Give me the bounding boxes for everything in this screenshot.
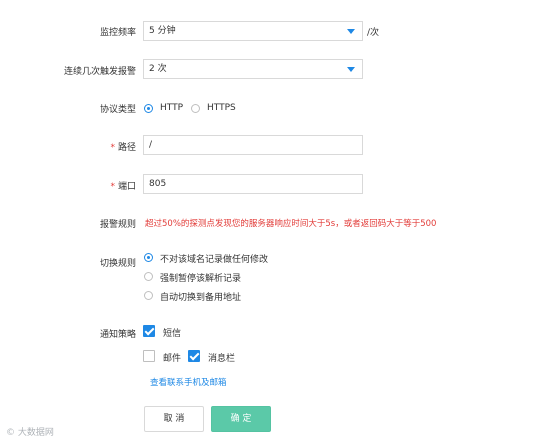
confirm-button[interactable]: 确 定 [211,406,271,432]
notify-sms-checkbox[interactable] [143,325,155,337]
port-label-text: 端口 [117,182,136,192]
port-input[interactable]: 805 [143,174,363,194]
chevron-down-icon [347,29,355,34]
protocol-https-radio[interactable] [191,104,200,113]
monitor-frequency-suffix: /次 [367,28,380,38]
notify-sms-label[interactable]: 短信 [163,326,181,339]
required-mark: * [110,143,115,153]
monitor-frequency-label: 监控频率 [99,28,136,38]
required-mark: * [110,182,115,192]
switch-rule-label: 切换规则 [99,259,136,269]
view-contact-link[interactable]: 查看联系手机及邮箱 [150,376,227,388]
notify-email-checkbox[interactable] [143,350,155,362]
notify-message-bar-label[interactable]: 消息栏 [208,351,235,364]
path-label: * 路径 [110,140,136,153]
consecutive-alarm-label: 连续几次触发报警 [63,67,136,77]
switch-rule-option-2-radio[interactable] [144,272,153,281]
watermark: © 大数据网 [6,428,54,438]
monitor-frequency-select[interactable]: 5 分钟 [143,21,363,41]
switch-rule-option-1-label[interactable]: 不对该域名记录做任何修改 [160,252,268,265]
port-value: 805 [149,179,167,189]
consecutive-alarm-value: 2 次 [149,64,167,74]
cancel-button[interactable]: 取 消 [144,406,204,432]
monitor-frequency-value: 5 分钟 [149,26,176,36]
notify-email-label[interactable]: 邮件 [163,351,181,364]
switch-rule-option-3-label[interactable]: 自动切换到备用地址 [160,290,241,303]
consecutive-alarm-select[interactable]: 2 次 [143,59,363,79]
switch-rule-option-3-radio[interactable] [144,291,153,300]
protocol-https-label[interactable]: HTTPS [207,103,236,113]
notify-message-bar-checkbox[interactable] [188,350,200,362]
port-label: * 端口 [110,179,136,192]
path-label-text: 路径 [117,143,136,153]
protocol-http-radio[interactable] [144,104,153,113]
protocol-http-label[interactable]: HTTP [160,103,183,113]
alarm-rule-text: 超过50%的探测点发现您的服务器响应时间大于5s，或者返回码大于等于500 [145,219,437,229]
protocol-label: 协议类型 [99,105,136,115]
switch-rule-option-2-label[interactable]: 强制暂停该解析记录 [160,271,241,284]
switch-rule-option-1-radio[interactable] [144,253,153,262]
chevron-down-icon [347,67,355,72]
path-value: / [149,140,153,150]
alarm-rule-label: 报警规则 [99,220,136,230]
notify-label: 通知策略 [99,330,136,340]
path-input[interactable]: / [143,135,363,155]
